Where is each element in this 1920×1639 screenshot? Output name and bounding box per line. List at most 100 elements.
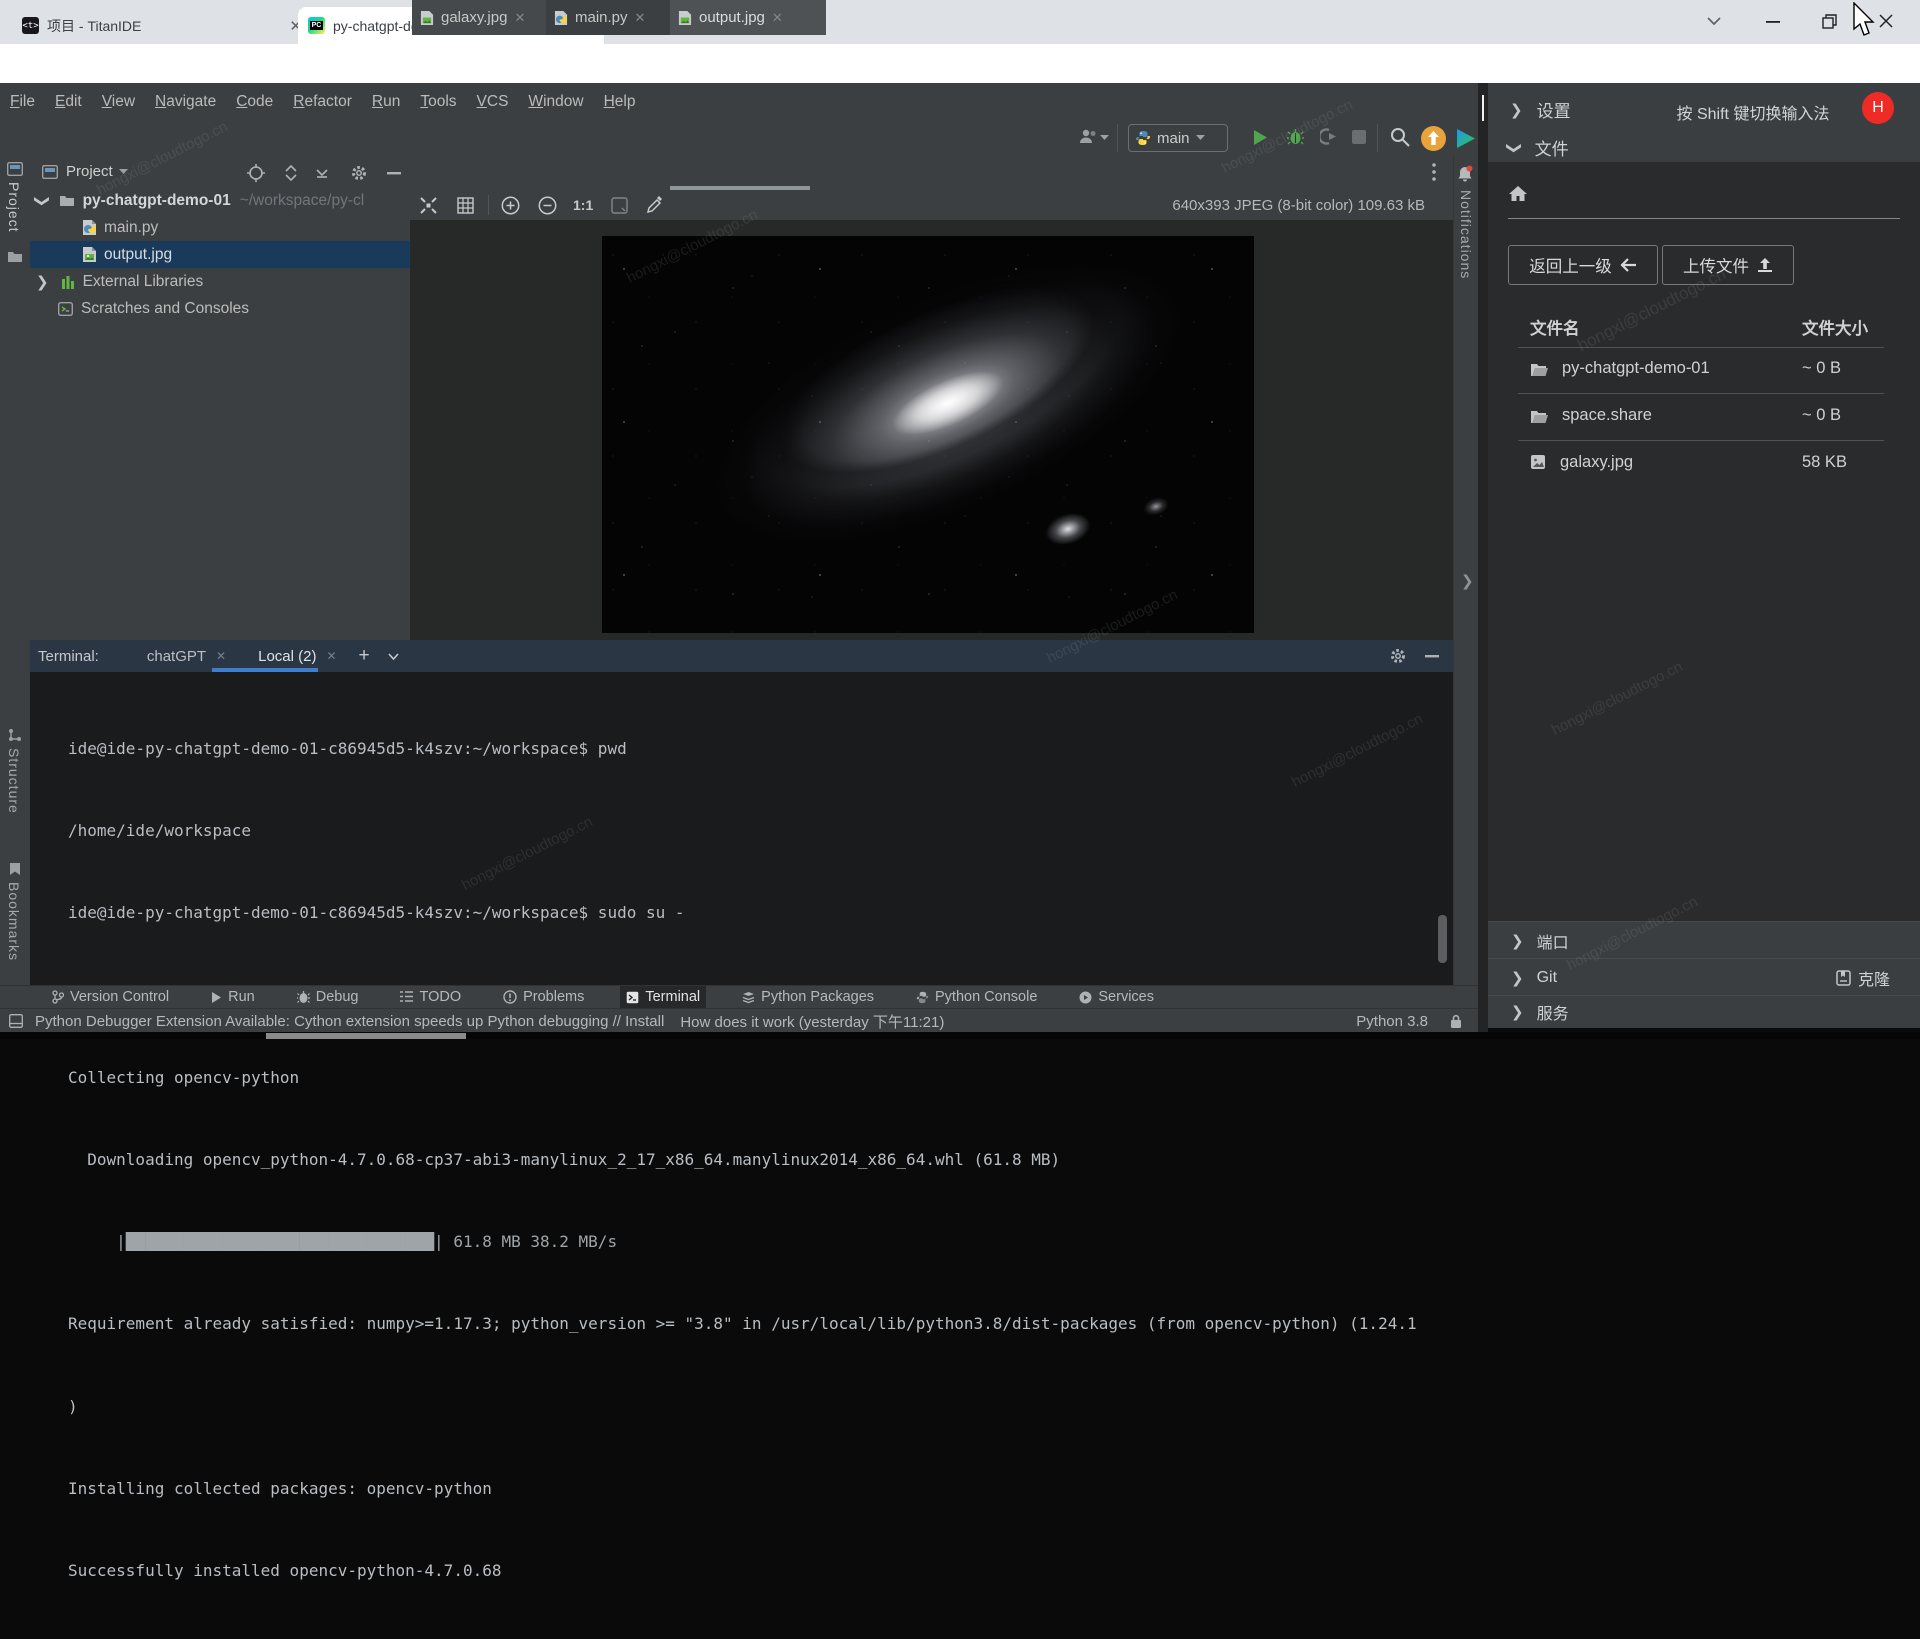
toolwindow-python-packages[interactable]: Python Packages (736, 986, 880, 1009)
editor-tab-galaxy[interactable]: galaxy.jpg ✕ (412, 0, 560, 35)
folder-stripe-icon[interactable] (7, 250, 23, 263)
git-clone-button[interactable]: 克隆 (1836, 966, 1890, 990)
stop-button[interactable] (1352, 130, 1366, 144)
browser-tab-titanide[interactable]: <t> 项目 - TitanIDE ✕ (12, 7, 314, 44)
expand-all-icon[interactable] (282, 164, 300, 182)
color-picker-icon[interactable] (646, 196, 664, 214)
menu-view[interactable]: View (92, 93, 145, 111)
menu-file[interactable]: File (0, 93, 45, 111)
upload-file-button[interactable]: 上传文件 (1662, 245, 1794, 285)
terminal-tab-local-active[interactable]: Local (2) (258, 648, 316, 665)
toolwindow-services[interactable]: Services (1073, 986, 1160, 1009)
table-row[interactable]: galaxy.jpg 58 KB (1488, 441, 1920, 488)
python-interpreter[interactable]: Python 3.8 (1356, 1013, 1428, 1030)
menu-vcs[interactable]: VCS (467, 93, 519, 111)
run-with-coverage-button[interactable] (1320, 128, 1337, 145)
status-link[interactable]: How does it work (yesterday 下午11:21) (680, 1011, 944, 1032)
expand-panel-chevron[interactable]: ❯ (1461, 572, 1474, 590)
status-message[interactable]: Python Debugger Extension Available: Cyt… (35, 1013, 664, 1030)
menu-tools[interactable]: Tools (410, 93, 466, 111)
terminal-tabs-chevron[interactable] (388, 653, 399, 660)
toolwindow-python-console[interactable]: Python Console (910, 986, 1043, 1009)
table-row[interactable]: space.share ~ 0 B (1488, 394, 1920, 441)
hide-terminal-icon[interactable] (1425, 655, 1439, 658)
titan-assistant-icon[interactable] (1453, 126, 1478, 151)
notifications-bell-icon[interactable] (1456, 165, 1474, 183)
tree-collapsed-chevron[interactable]: ❯ (36, 273, 49, 291)
editor-tab-mainpy[interactable]: main.py ✕ (546, 0, 684, 35)
tree-row-external-libraries[interactable]: ❯ External Libraries (30, 268, 410, 295)
tree-row-mainpy[interactable]: main.py (30, 214, 410, 241)
section-git[interactable]: ❯ Git 克隆 (1488, 958, 1920, 996)
table-row[interactable]: py-chatgpt-demo-01 ~ 0 B (1488, 347, 1920, 394)
users-icon[interactable] (1078, 128, 1100, 146)
section-files[interactable]: ❯ 文件 (1508, 135, 1569, 160)
locate-file-icon[interactable] (247, 164, 265, 182)
home-icon[interactable] (1508, 185, 1528, 202)
toolwindow-toggle-icon[interactable] (9, 1014, 23, 1028)
structure-stripe-icon[interactable] (8, 728, 22, 742)
zoom-in-icon[interactable] (501, 196, 520, 215)
zoom-out-icon[interactable] (538, 196, 557, 215)
zoom-reset-button[interactable]: 1:1 (573, 197, 593, 213)
terminal-output-area[interactable]: ide@ide-py-chatgpt-demo-01-c86945d5-k4sz… (30, 672, 1453, 985)
fit-zoom-icon[interactable] (611, 197, 628, 214)
toolwindow-debug[interactable]: Debug (291, 986, 365, 1009)
toolwindow-run[interactable]: Run (205, 986, 261, 1009)
toolwindow-problems[interactable]: Problems (497, 986, 590, 1009)
window-minimize-button[interactable] (1766, 21, 1780, 23)
project-view-chevron[interactable] (119, 169, 128, 175)
menu-run[interactable]: Run (362, 93, 410, 111)
go-up-button[interactable]: 返回上一级 (1508, 245, 1658, 285)
window-restore-button[interactable] (1822, 14, 1837, 29)
close-tab-icon[interactable]: ✕ (326, 649, 336, 663)
tree-expand-chevron[interactable]: ❯ (33, 194, 51, 207)
section-ports[interactable]: ❯ 端口 (1488, 921, 1920, 959)
run-button[interactable] (1253, 129, 1268, 146)
menu-edit[interactable]: Edit (45, 93, 92, 111)
menu-window[interactable]: Window (518, 93, 593, 111)
ide-update-icon[interactable] (1421, 126, 1446, 151)
project-panel-title[interactable]: Project (66, 163, 113, 180)
close-tab-icon[interactable]: ✕ (216, 649, 226, 663)
stripe-tab-notifications[interactable]: Notifications (1458, 190, 1474, 279)
stripe-tab-bookmarks[interactable]: Bookmarks (6, 882, 22, 961)
section-settings[interactable]: ❯ 设置 (1510, 97, 1571, 122)
menu-refactor[interactable]: Refactor (283, 93, 362, 111)
menu-help[interactable]: Help (594, 93, 646, 111)
terminal-tab-chatgpt[interactable]: chatGPT (147, 648, 206, 665)
readonly-lock-icon[interactable] (1450, 1014, 1462, 1029)
debug-button[interactable] (1287, 128, 1304, 146)
bookmarks-stripe-icon[interactable] (9, 862, 21, 876)
tree-row-outputjpg-selected[interactable]: output.jpg (30, 241, 410, 268)
project-stripe-icon[interactable] (7, 162, 23, 176)
browser-menu-chevron[interactable] (1706, 16, 1722, 26)
hide-project-panel-icon[interactable] (387, 172, 401, 175)
toolwindow-terminal-active[interactable]: Terminal (620, 986, 706, 1009)
toolwindow-version-control[interactable]: Version Control (46, 986, 175, 1009)
collapse-all-icon[interactable] (313, 164, 331, 182)
grid-icon[interactable] (457, 197, 474, 214)
menu-navigate[interactable]: Navigate (145, 93, 226, 111)
editor-tab-output-active[interactable]: output.jpg ✕ (670, 0, 826, 35)
close-tab-icon[interactable]: ✕ (514, 10, 525, 26)
user-avatar[interactable]: H (1862, 92, 1894, 124)
terminal-settings-gear-icon[interactable] (1389, 647, 1407, 665)
close-tab-icon[interactable]: ✕ (635, 10, 646, 26)
tree-row-root[interactable]: ❯ py-chatgpt-demo-01 ~/workspace/py-cl (30, 187, 410, 214)
stripe-tab-structure[interactable]: Structure (6, 748, 22, 814)
panel-divider[interactable] (1478, 83, 1488, 1032)
menu-code[interactable]: Code (226, 93, 283, 111)
close-tab-icon[interactable]: ✕ (772, 10, 783, 26)
stripe-tab-project[interactable]: Project (6, 182, 22, 233)
new-terminal-tab-button[interactable]: + (359, 645, 370, 667)
tree-row-scratches[interactable]: Scratches and Consoles (30, 295, 410, 322)
users-dropdown-chevron[interactable] (1100, 135, 1109, 141)
window-close-button[interactable] (1878, 13, 1894, 29)
project-settings-gear-icon[interactable] (350, 164, 368, 182)
search-everywhere-icon[interactable] (1390, 127, 1410, 147)
section-services[interactable]: ❯ 服务 (1488, 995, 1920, 1028)
run-configuration-selector[interactable]: main (1128, 124, 1228, 152)
terminal-scrollbar[interactable] (1438, 915, 1447, 963)
toolwindow-todo[interactable]: TODO (394, 986, 467, 1009)
